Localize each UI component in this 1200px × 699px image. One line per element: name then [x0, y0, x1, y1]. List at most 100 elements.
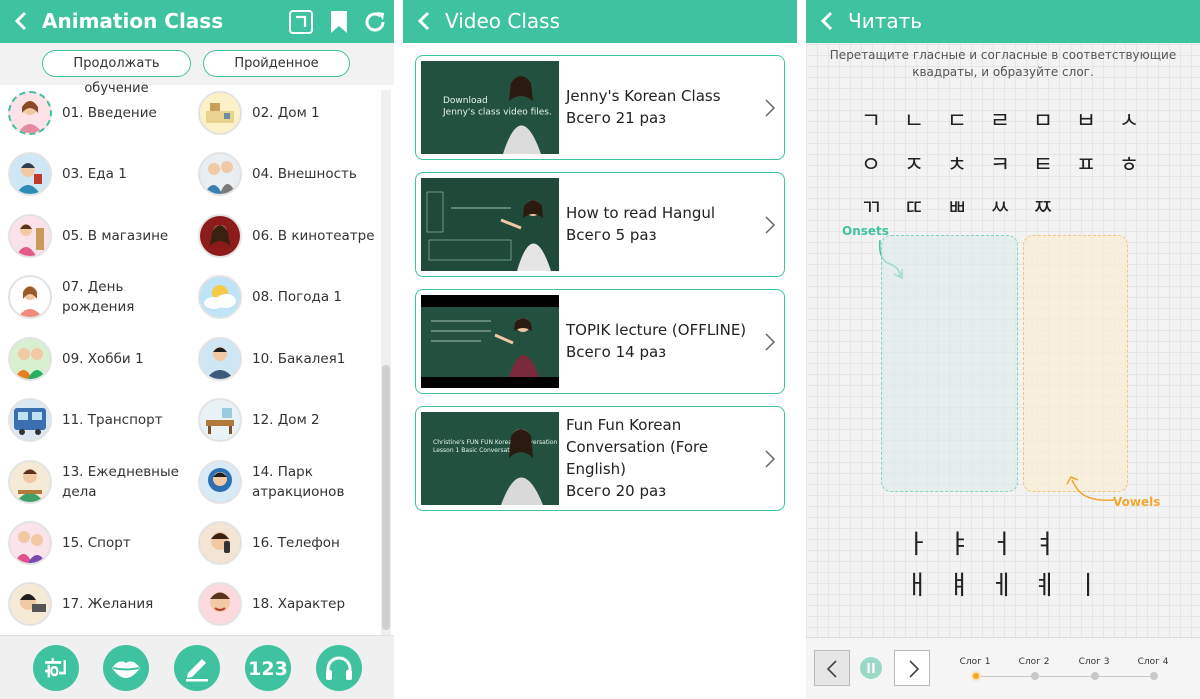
- lesson-item[interactable]: 16. Телефон: [190, 515, 380, 575]
- lesson-item[interactable]: 17. Желания: [0, 576, 190, 636]
- vowel-tile[interactable]: ㅕ: [1030, 524, 1060, 561]
- lesson-item[interactable]: 05. В магазине: [0, 208, 190, 268]
- lesson-item[interactable]: 03. Еда 1: [0, 146, 190, 206]
- video-card[interactable]: How to read Hangul Всего 5 раз: [415, 172, 785, 277]
- back-icon[interactable]: [816, 9, 840, 33]
- lesson-item[interactable]: 09. Хобби 1: [0, 331, 190, 391]
- page-title: Читать: [848, 9, 923, 33]
- vowel-tile[interactable]: ㅓ: [987, 524, 1017, 561]
- lesson-avatar: [198, 152, 242, 196]
- consonant-tile[interactable]: ㅅ: [1109, 103, 1149, 135]
- consonant-tile[interactable]: ㅍ: [1066, 147, 1106, 179]
- hangul-icon[interactable]: [289, 10, 313, 34]
- headphones-icon: [326, 656, 352, 680]
- headphones-nav-button[interactable]: [316, 645, 362, 691]
- consonant-tile[interactable]: ㄷ: [937, 103, 977, 135]
- vowel-tile[interactable]: ㅑ: [944, 524, 974, 561]
- consonant-tile[interactable]: ㅋ: [980, 147, 1020, 179]
- refresh-icon[interactable]: [363, 10, 387, 34]
- pause-icon[interactable]: [860, 657, 882, 679]
- vowel-tile[interactable]: ㅐ: [902, 565, 932, 602]
- lesson-avatar: [198, 460, 242, 504]
- step-dot-active[interactable]: [971, 671, 981, 681]
- lesson-item[interactable]: 02. Дом 1: [190, 85, 380, 145]
- vowel-tile[interactable]: ㅣ: [1073, 565, 1103, 602]
- consonant-tile[interactable]: ㅊ: [937, 147, 977, 179]
- bookmark-icon[interactable]: [327, 10, 351, 34]
- consonant-tile[interactable]: ㅉ: [1023, 190, 1063, 222]
- numbers-nav-button[interactable]: 123: [245, 645, 291, 691]
- arrow-vowels-icon: [1066, 476, 1115, 502]
- step-label: Слог 4: [1137, 657, 1169, 667]
- step-dot[interactable]: [1031, 672, 1039, 680]
- vowel-tile[interactable]: ㅒ: [944, 565, 974, 602]
- back-icon[interactable]: [413, 9, 437, 33]
- back-icon[interactable]: [10, 9, 34, 33]
- lesson-avatar: [8, 91, 52, 135]
- consonant-tile[interactable]: ㅁ: [1023, 103, 1063, 135]
- lesson-avatar: [8, 398, 52, 442]
- lesson-avatar: [8, 152, 52, 196]
- consonant-tile[interactable]: ㄲ: [851, 190, 891, 222]
- lesson-label: 05. В магазине: [62, 228, 169, 244]
- step-label: Слог 2: [1018, 657, 1050, 667]
- consonant-tile[interactable]: ㅂ: [1066, 103, 1106, 135]
- consonant-tile[interactable]: ㄱ: [851, 103, 891, 135]
- prev-button[interactable]: [814, 650, 850, 686]
- video-title: Fun Fun Korean Conversation (Fore Englis…: [566, 416, 709, 478]
- step-dot[interactable]: [1150, 672, 1158, 680]
- lesson-item[interactable]: 08. Погода 1: [190, 269, 380, 329]
- vowel-tile[interactable]: ㅔ: [987, 565, 1017, 602]
- animation-class-screen: Animation Class Продолжать обучение Прой…: [0, 0, 394, 699]
- lesson-label: 13. Ежедневные дела: [62, 464, 179, 500]
- video-card[interactable]: Download Jenny's class video files. Jenny…: [415, 55, 785, 160]
- lesson-item[interactable]: 07. День рождения: [0, 269, 190, 329]
- top-bar: Читать: [806, 0, 1200, 43]
- consonant-tile[interactable]: ㅎ: [1109, 147, 1149, 179]
- lesson-label: 10. Бакалея1: [252, 351, 346, 367]
- tab-completed[interactable]: Пройденное: [203, 50, 350, 77]
- chevron-right-icon: [909, 660, 920, 678]
- consonant-tile[interactable]: ㄴ: [894, 103, 934, 135]
- consonant-tile[interactable]: ㅆ: [980, 190, 1020, 222]
- lesson-item[interactable]: 15. Спорт: [0, 515, 190, 575]
- consonant-tile[interactable]: ㅈ: [894, 147, 934, 179]
- consonant-tile[interactable]: ㅌ: [1023, 147, 1063, 179]
- lesson-item[interactable]: 01. Введение: [0, 85, 190, 145]
- lesson-item[interactable]: 06. В кинотеатре: [190, 208, 380, 268]
- lesson-label: 12. Дом 2: [252, 412, 320, 428]
- video-info: TOPIK lecture (OFFLINE) Всего 14 раз: [566, 290, 766, 392]
- lesson-item[interactable]: 04. Внешность: [190, 146, 380, 206]
- onsets-drop-zone[interactable]: [881, 235, 1018, 492]
- lesson-item[interactable]: 14. Парк атракционов: [190, 454, 380, 514]
- consonant-tile[interactable]: ㅇ: [851, 147, 891, 179]
- lesson-item[interactable]: 11. Транспорт: [0, 392, 190, 452]
- vowel-tile[interactable]: ㅖ: [1030, 565, 1060, 602]
- video-count: Всего 14 раз: [566, 343, 667, 361]
- lesson-avatar: [8, 214, 52, 258]
- consonant-tile[interactable]: ㄹ: [980, 103, 1020, 135]
- lesson-item[interactable]: 13. Ежедневные дела: [0, 454, 190, 514]
- lesson-item[interactable]: 10. Бакалея1: [190, 331, 380, 391]
- hangul-nav-button[interactable]: 한: [33, 645, 79, 691]
- lesson-avatar: [8, 460, 52, 504]
- video-card[interactable]: Christine's FUN FUN Korean Conversation L…: [415, 406, 785, 511]
- video-card[interactable]: TOPIK lecture (OFFLINE) Всего 14 раз: [415, 289, 785, 394]
- tab-continue-learning[interactable]: Продолжать обучение: [42, 50, 191, 96]
- lesson-grid: 01. Введение 02. Дом 1 03. Еда 1 04. Вне…: [0, 85, 380, 635]
- lesson-item[interactable]: 18. Характер: [190, 576, 380, 636]
- scrollbar[interactable]: [381, 90, 391, 635]
- lesson-label: 04. Внешность: [252, 166, 357, 182]
- vowels-drop-zone[interactable]: [1023, 235, 1128, 492]
- consonant-tile[interactable]: ㄸ: [894, 190, 934, 222]
- lips-nav-button[interactable]: [103, 645, 149, 691]
- scrollbar-thumb[interactable]: [382, 365, 390, 630]
- step-dot[interactable]: [1091, 672, 1099, 680]
- consonant-tile[interactable]: ㅃ: [937, 190, 977, 222]
- lesson-item[interactable]: 12. Дом 2: [190, 392, 380, 452]
- video-title: TOPIK lecture (OFFLINE): [566, 321, 747, 339]
- vowel-tile[interactable]: ㅏ: [902, 524, 932, 561]
- next-button[interactable]: [894, 650, 930, 686]
- lesson-label: 16. Телефон: [252, 535, 340, 551]
- pencil-nav-button[interactable]: [174, 645, 220, 691]
